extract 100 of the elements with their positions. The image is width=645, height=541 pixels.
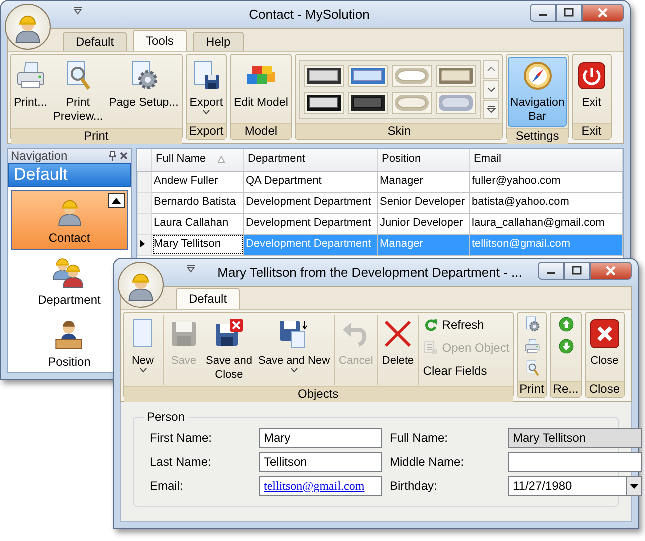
- table-cell: Bernardo Batista: [152, 192, 244, 213]
- close-icon: [120, 152, 128, 160]
- ribbon-button[interactable]: Save and Close: [204, 315, 254, 385]
- skin-thumbnail[interactable]: [348, 92, 388, 114]
- ribbon-button[interactable]: [556, 315, 576, 334]
- ribbon-tab[interactable]: Default: [176, 288, 240, 309]
- skin-thumbnail[interactable]: [392, 92, 432, 114]
- skin-thumbnail[interactable]: [392, 65, 432, 87]
- skin-thumbnail[interactable]: [436, 92, 476, 114]
- minimize-button[interactable]: [538, 262, 564, 280]
- column-header[interactable]: Position: [378, 149, 470, 171]
- nav-item[interactable]: Position: [43, 314, 96, 374]
- column-header[interactable]: Full Name: [152, 149, 244, 171]
- table-cell: Development Department: [244, 234, 378, 255]
- ribbon-tab[interactable]: Help: [193, 32, 244, 51]
- group-label: Print: [11, 128, 182, 144]
- table-cell: Development Department: [244, 192, 378, 213]
- gear-page-icon: [524, 316, 540, 333]
- collapse-button[interactable]: [108, 193, 125, 208]
- gallery-more-button[interactable]: [483, 100, 500, 119]
- date-field[interactable]: 11/27/1980: [508, 476, 626, 496]
- maximize-button[interactable]: [564, 262, 590, 280]
- dropdown-button[interactable]: [626, 476, 642, 496]
- table-row[interactable]: Mary Tellitson Development Department Manager tellitson@gmail.com: [138, 234, 622, 255]
- table-row[interactable]: Bernardo Batista Development Department Senior Developer batista@yahoo.com: [138, 192, 622, 213]
- person-at-desk-icon: [53, 319, 86, 351]
- ribbon-button[interactable]: [522, 337, 542, 356]
- field-label: Email:: [150, 479, 184, 494]
- ribbon-button[interactable]: [556, 337, 576, 356]
- field-label: Birthday:: [390, 479, 438, 494]
- group-label: Export: [186, 123, 226, 139]
- ribbon-button[interactable]: Print Preview...: [51, 57, 106, 127]
- workers-icon: [53, 257, 86, 289]
- close-button[interactable]: [582, 4, 624, 22]
- row-indicator-icon: [140, 240, 145, 248]
- ribbon-button[interactable]: Page Setup...: [107, 57, 181, 127]
- group-label: Settings: [507, 128, 568, 144]
- ribbon-tab[interactable]: Tools: [133, 30, 188, 51]
- app-button[interactable]: [5, 4, 51, 50]
- ribbon-button[interactable]: New: [125, 315, 161, 385]
- ribbon-button[interactable]: Exit: [574, 57, 610, 122]
- field-label: First Name:: [150, 431, 214, 446]
- close-icon: [597, 8, 609, 18]
- power-icon: [576, 60, 608, 92]
- refresh-icon: [423, 317, 440, 333]
- skin-thumbnail[interactable]: [304, 65, 344, 87]
- skin-thumbnail[interactable]: [304, 92, 344, 114]
- dropdown-caret-icon: [186, 265, 196, 273]
- down-chevron-icon: [486, 86, 496, 93]
- more-icon: [486, 106, 496, 113]
- group-label: Re...: [551, 381, 581, 397]
- group-label: Skin: [296, 123, 502, 139]
- nav-item[interactable]: Contact: [11, 190, 128, 250]
- minimize-button[interactable]: [530, 4, 556, 22]
- scroll-up-button[interactable]: [483, 60, 500, 79]
- printer-icon: [524, 338, 540, 355]
- column-header[interactable]: Email: [470, 149, 622, 171]
- ribbon-button[interactable]: Save and New: [256, 315, 332, 385]
- table-row[interactable]: Andew Fuller QA Department Manager fuller@yahoo.com: [138, 171, 622, 192]
- skin-thumbnail[interactable]: [436, 65, 476, 87]
- pin-icon: [109, 151, 117, 162]
- column-header[interactable]: Department: [244, 149, 378, 171]
- maximize-icon: [572, 266, 582, 275]
- text-field[interactable]: Tellitson: [259, 452, 382, 472]
- ribbon-button[interactable]: Print...: [12, 57, 50, 127]
- caret-icon: [140, 368, 146, 373]
- ribbon-button[interactable]: Delete: [380, 315, 416, 385]
- maximize-button[interactable]: [556, 4, 582, 22]
- nav-item[interactable]: Department: [33, 252, 106, 312]
- table-cell: QA Department: [244, 171, 378, 192]
- ribbon-tab[interactable]: Default: [63, 32, 128, 51]
- table-cell: Senior Developer: [378, 192, 470, 213]
- ribbon-button[interactable]: Export: [188, 57, 226, 122]
- document-grid-icon: [423, 340, 440, 356]
- close-button[interactable]: [590, 262, 632, 280]
- text-field[interactable]: [508, 452, 642, 472]
- ribbon-button[interactable]: Close: [586, 315, 623, 380]
- scroll-down-button[interactable]: [483, 80, 500, 99]
- down-triangle-icon: [630, 484, 639, 489]
- text-field[interactable]: Mary Tellitson: [508, 428, 642, 448]
- ribbon-button[interactable]: Edit Model: [232, 57, 290, 122]
- caret-icon: [290, 368, 298, 373]
- close-icon: [588, 318, 621, 350]
- ribbon-button[interactable]: Clear Fields: [421, 361, 490, 381]
- app-button[interactable]: [118, 262, 164, 308]
- floppy-page-icon: [278, 318, 310, 350]
- group-label: Print: [518, 381, 546, 397]
- maximize-icon: [564, 8, 574, 17]
- ribbon-button[interactable]: Navigation Bar: [508, 57, 567, 127]
- up-chevron-icon: [486, 66, 496, 73]
- field-label: Full Name:: [390, 431, 450, 446]
- ribbon-button[interactable]: Refresh: [421, 315, 486, 335]
- skin-thumbnail[interactable]: [348, 65, 388, 87]
- group-label: Exit: [572, 123, 611, 139]
- up-triangle-icon: [112, 198, 121, 204]
- email-field[interactable]: tellitson@gmail.com: [259, 476, 382, 496]
- table-cell: Andew Fuller: [152, 171, 244, 192]
- text-field[interactable]: Mary: [259, 428, 382, 448]
- table-row[interactable]: Laura Callahan Development Department Junior Developer laura_callahan@gmail.com: [138, 213, 622, 234]
- group-label: Objects: [124, 386, 513, 402]
